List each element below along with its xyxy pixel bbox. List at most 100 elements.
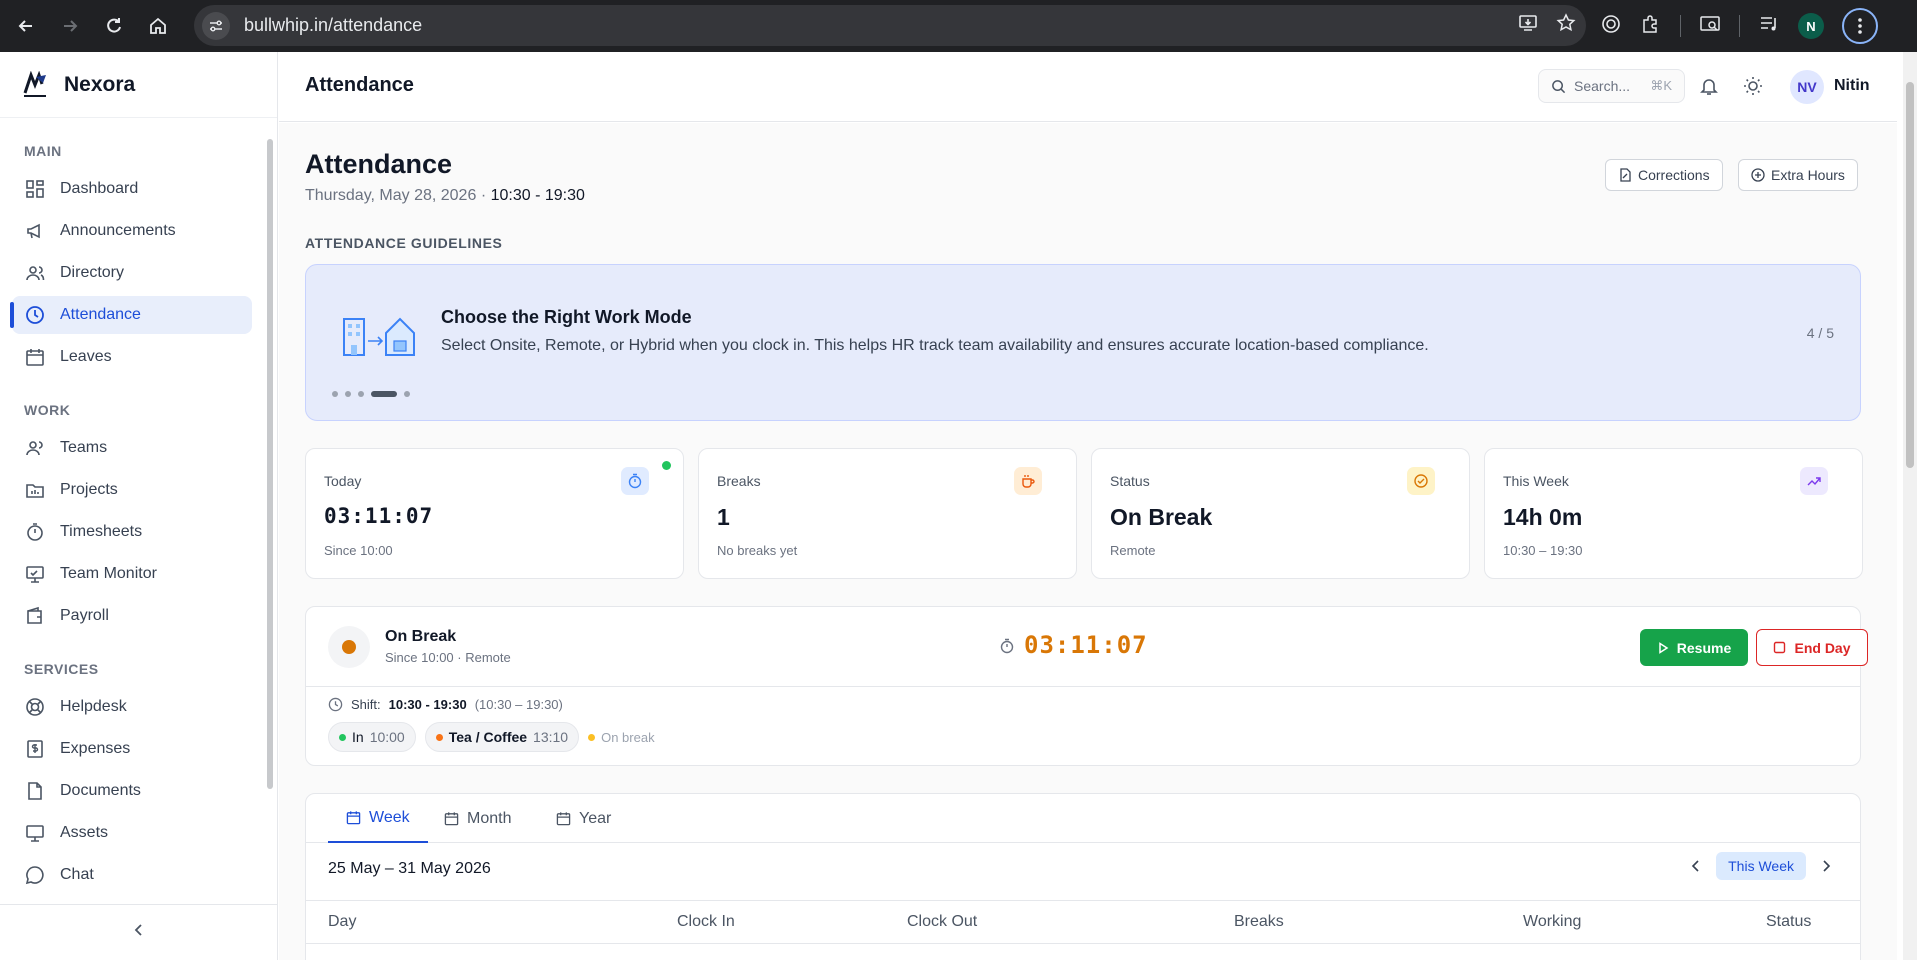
date-separator: · [480, 187, 487, 204]
extra-hours-button[interactable]: Extra Hours [1738, 159, 1858, 191]
theme-toggle-sun-icon[interactable] [1743, 76, 1763, 101]
users-icon [24, 262, 46, 284]
chevron-right-icon[interactable] [1818, 858, 1834, 874]
guideline-title: Choose the Right Work Mode [441, 307, 692, 327]
sidebar-item-label: Directory [60, 264, 125, 281]
period-tabs: Week Month Year [306, 794, 1860, 843]
week-navigation: This Week [1688, 852, 1834, 880]
install-app-icon[interactable] [1518, 13, 1538, 38]
profile-avatar[interactable]: N [1798, 13, 1824, 39]
sidebar-item-payroll[interactable]: Payroll [12, 597, 252, 635]
stat-sub: Remote [1110, 543, 1156, 558]
bell-icon[interactable] [1699, 76, 1719, 101]
back-icon[interactable] [8, 8, 44, 44]
chevron-left-icon [131, 922, 147, 943]
tab-month[interactable]: Month [426, 794, 529, 843]
site-settings-icon[interactable] [202, 11, 230, 40]
sidebar-scrollbar[interactable] [267, 139, 273, 789]
current-date: Thursday, May 28, 2026 [305, 187, 477, 204]
event-time: 13:10 [533, 729, 569, 745]
dashboard-icon [24, 178, 46, 200]
column-header-clock-in[interactable]: Clock In [677, 913, 735, 931]
section-label-services: SERVICES [24, 661, 99, 677]
carousel-dot-active[interactable] [371, 391, 397, 397]
column-header-working[interactable]: Working [1523, 913, 1581, 931]
address-bar[interactable]: bullwhip.in/attendance [194, 5, 1586, 46]
media-control-icon[interactable] [1758, 13, 1780, 40]
corrections-label: Corrections [1638, 167, 1710, 183]
team-icon [24, 437, 46, 459]
collapse-sidebar-button[interactable] [0, 904, 278, 960]
carousel-dot[interactable] [332, 391, 338, 397]
file-edit-icon [1618, 168, 1632, 182]
page-scrollbar[interactable] [1903, 52, 1917, 960]
shift-value: 10:30 - 19:30 [388, 697, 467, 712]
column-header-status[interactable]: Status [1766, 913, 1811, 931]
sidebar-item-label: Expenses [60, 740, 131, 757]
stat-card-this-week: This Week 14h 0m 10:30 – 19:30 [1484, 448, 1863, 579]
date-range: 25 May – 31 May 2026 [328, 860, 491, 877]
sidebar-item-directory[interactable]: Directory [12, 254, 252, 292]
extensions-puzzle-icon[interactable] [1640, 13, 1662, 40]
sidebar-item-documents[interactable]: Documents [12, 772, 252, 810]
url-text[interactable]: bullwhip.in/attendance [244, 15, 422, 36]
sidebar-item-attendance[interactable]: Attendance [10, 296, 252, 334]
chevron-left-icon[interactable] [1688, 858, 1704, 874]
sidebar-item-team-monitor[interactable]: Team Monitor [12, 555, 252, 593]
sidebar-item-announcements[interactable]: Announcements [12, 212, 252, 250]
this-week-button[interactable]: This Week [1716, 852, 1806, 880]
sidebar-item-timesheets[interactable]: Timesheets [12, 513, 252, 551]
laptop-icon [24, 822, 46, 844]
tab-year[interactable]: Year [538, 794, 629, 843]
sidebar-item-label: Dashboard [60, 180, 139, 197]
stat-value: 14h 0m [1503, 504, 1583, 530]
tab-search-icon[interactable] [1699, 13, 1721, 40]
sidebar-item-chat[interactable]: Chat [12, 856, 252, 894]
coffee-icon [1014, 467, 1042, 495]
carousel-dot[interactable] [358, 391, 364, 397]
sidebar-item-projects[interactable]: Projects [12, 471, 252, 509]
event-label: In [352, 729, 364, 745]
sidebar-item-leaves[interactable]: Leaves [12, 338, 252, 376]
home-icon[interactable] [140, 8, 176, 44]
sidebar-item-label: Leaves [60, 348, 112, 365]
browser-toolbar: bullwhip.in/attendance N [0, 0, 1917, 52]
search-placeholder: Search... [1574, 78, 1631, 94]
shift-range: (10:30 – 19:30) [474, 697, 563, 712]
tab-label: Month [467, 809, 512, 827]
sidebar-item-helpdesk[interactable]: Helpdesk [12, 688, 252, 726]
corrections-button[interactable]: Corrections [1605, 159, 1723, 191]
column-header-clock-out[interactable]: Clock Out [907, 913, 977, 931]
user-name[interactable]: Nitin [1834, 77, 1870, 95]
browser-menu-icon[interactable] [1842, 8, 1878, 44]
brand[interactable]: Nexora [0, 52, 277, 118]
column-header-day[interactable]: Day [328, 913, 356, 931]
sidebar-item-assets[interactable]: Assets [12, 814, 252, 852]
tab-label: Year [579, 809, 612, 827]
guideline-carousel[interactable]: Choose the Right Work Mode Select Onsite… [305, 264, 1861, 421]
column-header-breaks[interactable]: Breaks [1234, 913, 1284, 931]
sidebar-item-teams[interactable]: Teams [12, 429, 252, 467]
brand-name: Nexora [64, 72, 136, 96]
resume-button[interactable]: Resume [1640, 629, 1748, 666]
end-day-button[interactable]: End Day [1756, 629, 1868, 666]
sidebar-item-label: Attendance [60, 306, 141, 323]
bookmark-star-icon[interactable] [1556, 13, 1576, 38]
page-scrollbar-thumb[interactable] [1906, 82, 1914, 468]
stat-label: Status [1110, 473, 1150, 489]
toolbar-separator [1739, 15, 1740, 37]
tab-week[interactable]: Week [328, 794, 428, 843]
carousel-dot[interactable] [404, 391, 410, 397]
table-header: Day Clock In Clock Out Breaks Working St… [306, 900, 1860, 944]
extra-hours-label: Extra Hours [1771, 167, 1845, 183]
sidebar-item-expenses[interactable]: Expenses [12, 730, 252, 768]
search-input[interactable]: Search... ⌘K [1538, 69, 1685, 103]
user-avatar[interactable]: NV [1790, 70, 1824, 104]
sidebar-item-dashboard[interactable]: Dashboard [12, 170, 252, 208]
session-timer: 03:11:07 [1024, 631, 1148, 659]
carousel-dot[interactable] [345, 391, 351, 397]
forward-icon[interactable] [52, 8, 88, 44]
reload-icon[interactable] [96, 8, 132, 44]
extension-target-icon[interactable] [1600, 13, 1622, 40]
on-break-indicator: On break [588, 730, 655, 745]
